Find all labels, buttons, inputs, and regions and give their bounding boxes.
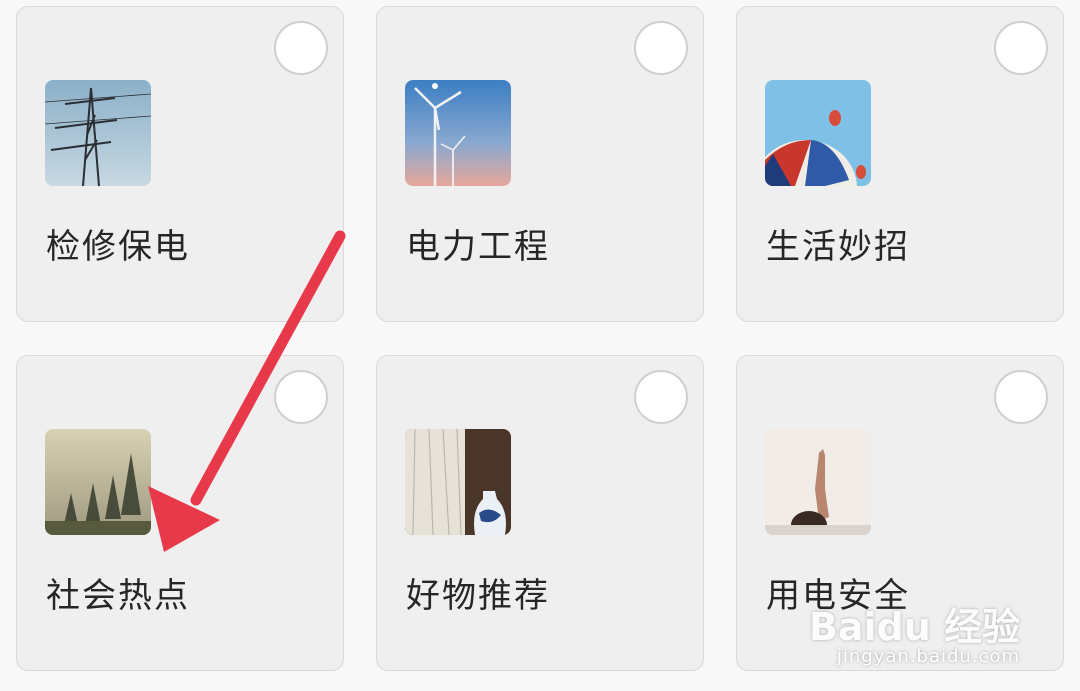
category-label: 检修保电 — [46, 227, 190, 267]
category-card-social-hotspots[interactable]: 社会热点 — [16, 355, 344, 671]
select-circle[interactable] — [634, 21, 688, 75]
vase-curtain-image — [405, 429, 511, 535]
power-tower-image — [45, 80, 151, 186]
category-label: 生活妙招 — [766, 227, 910, 267]
select-circle[interactable] — [634, 370, 688, 424]
category-label: 电力工程 — [406, 227, 550, 267]
category-card-power-maintenance[interactable]: 检修保电 — [16, 6, 344, 322]
category-label: 社会热点 — [46, 576, 190, 616]
raised-hand-image — [765, 429, 871, 535]
wind-turbine-image — [405, 80, 511, 186]
misty-forest-image — [45, 429, 151, 535]
watermark-brand: Baidu 经验 — [808, 605, 1020, 649]
select-circle[interactable] — [994, 370, 1048, 424]
category-card-life-tips[interactable]: 生活妙招 — [736, 6, 1064, 322]
select-circle[interactable] — [274, 21, 328, 75]
category-label: 好物推荐 — [406, 576, 550, 616]
select-circle[interactable] — [994, 21, 1048, 75]
category-card-product-recommendations[interactable]: 好物推荐 — [376, 355, 704, 671]
category-card-power-engineering[interactable]: 电力工程 — [376, 6, 704, 322]
select-circle[interactable] — [274, 370, 328, 424]
baidu-watermark: Baidu 经验 — [809, 596, 1020, 651]
hot-air-balloon-image — [765, 80, 871, 186]
watermark-url: jingyan.baidu.com — [836, 646, 1020, 667]
